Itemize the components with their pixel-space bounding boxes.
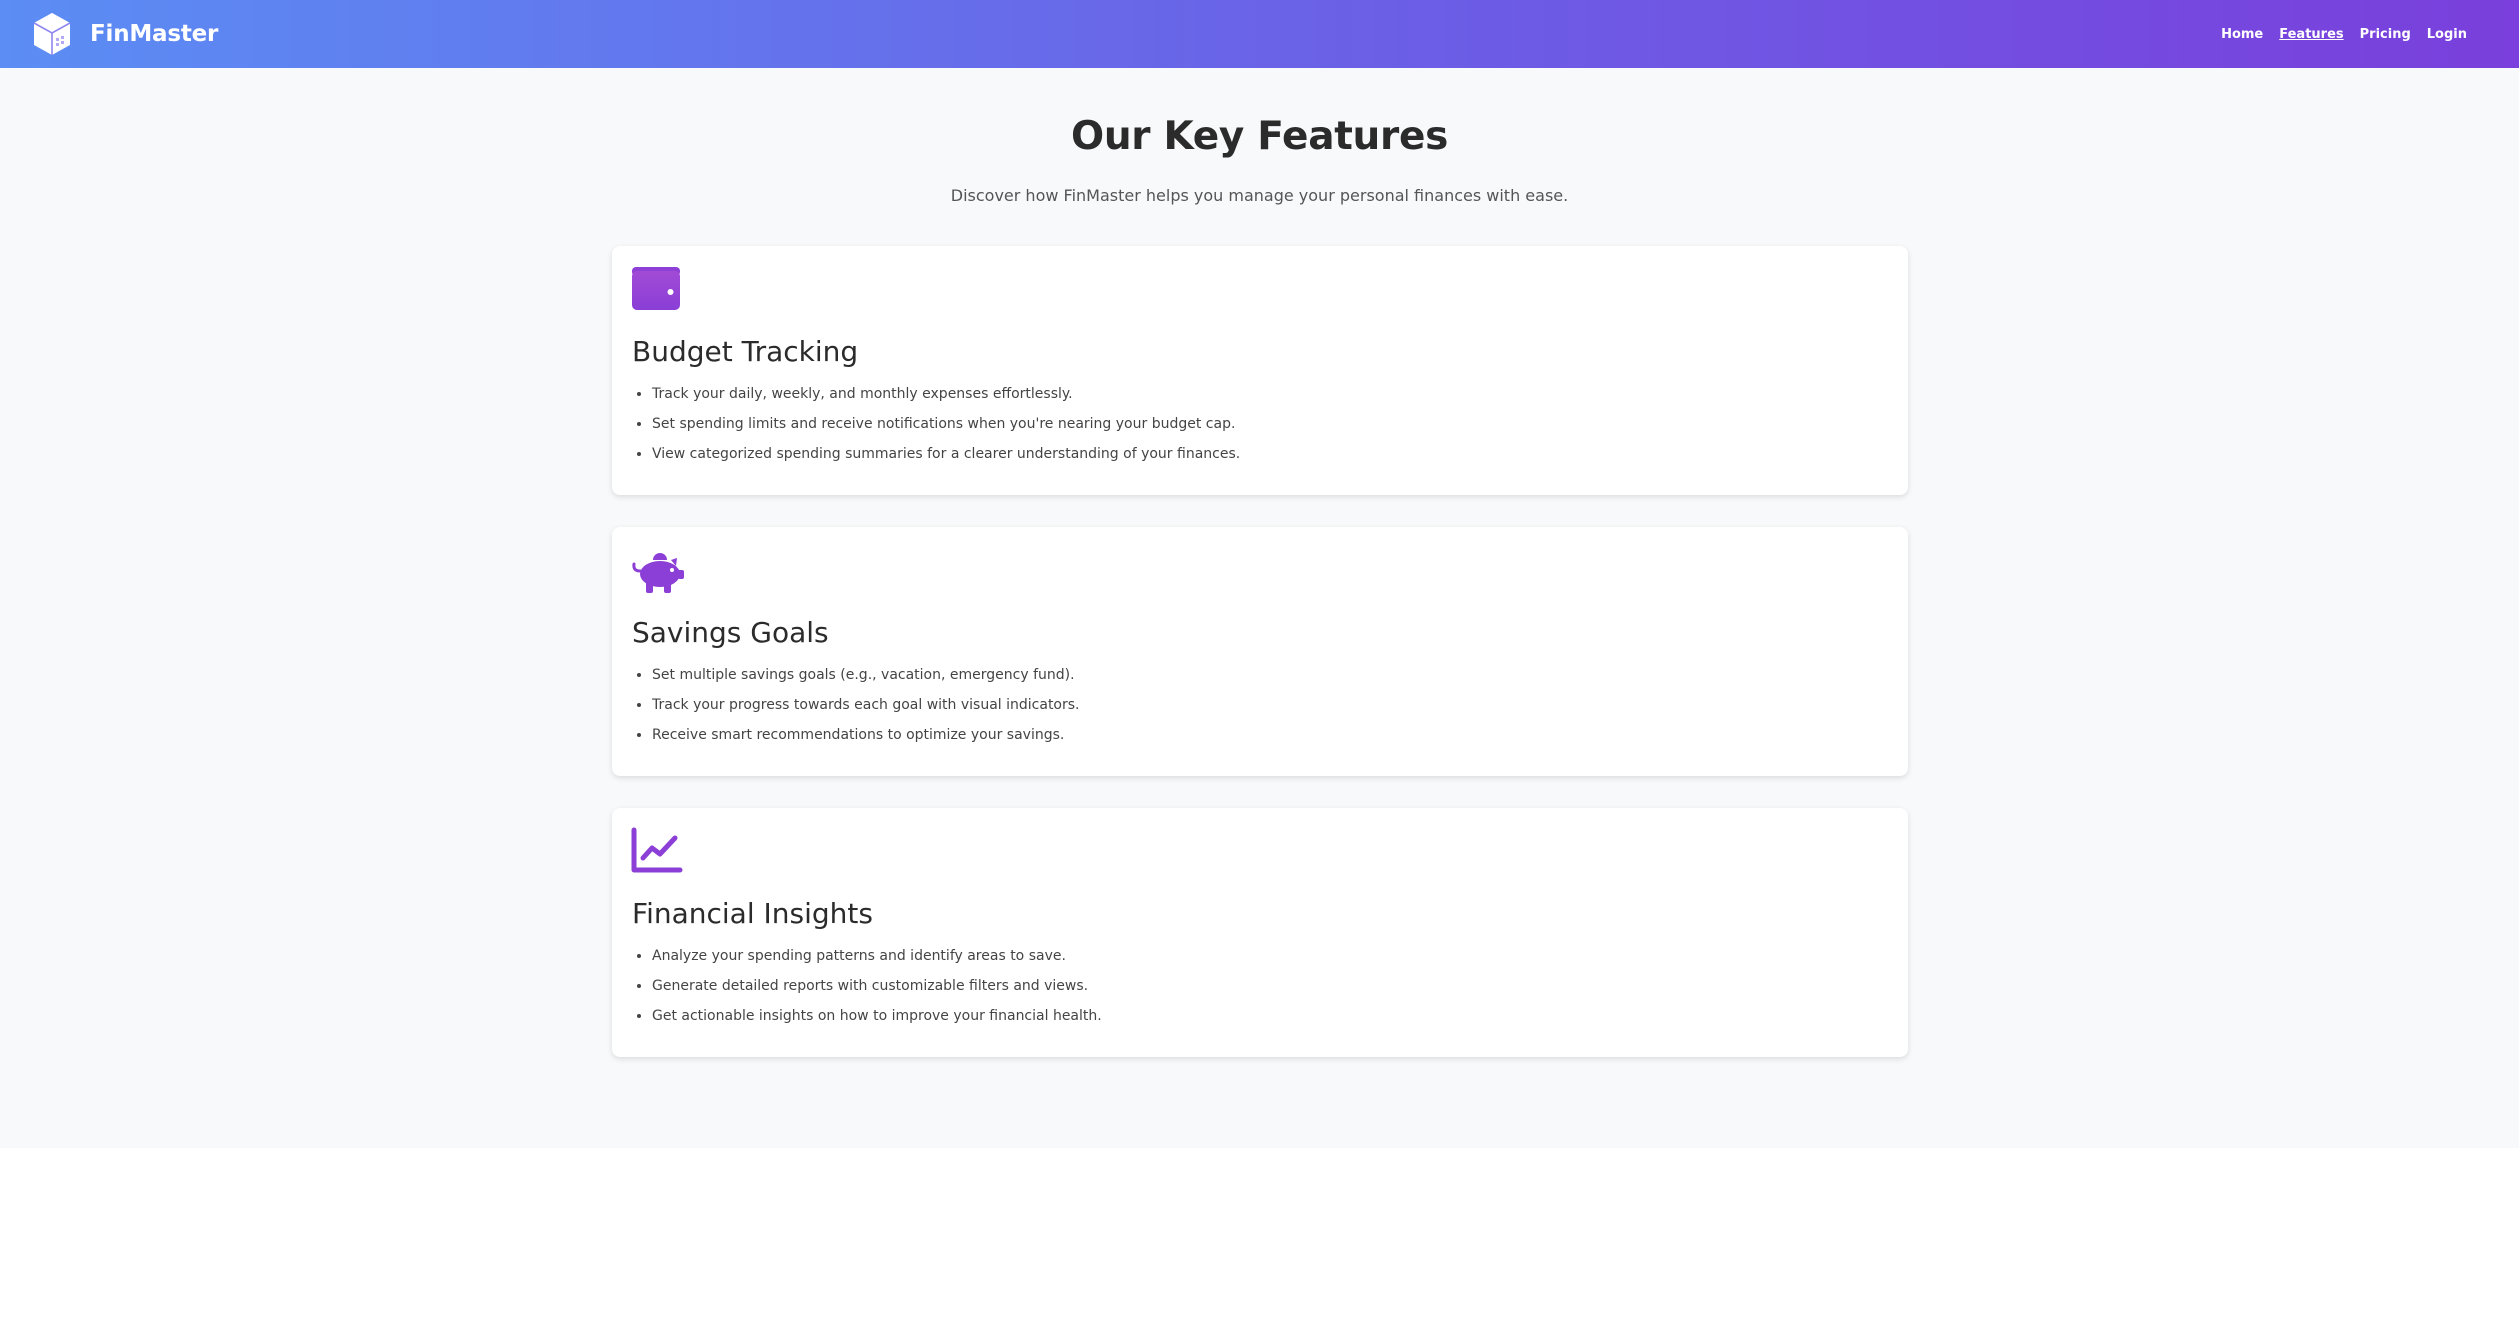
feature-list-item: View categorized spending summaries for … bbox=[652, 439, 1240, 469]
feature-list-item: Generate detailed reports with customiza… bbox=[652, 971, 1102, 1001]
page-subtitle: Discover how FinMaster helps you manage … bbox=[950, 186, 1569, 205]
feature-title: Savings Goals bbox=[632, 616, 829, 649]
nav-link-home[interactable]: Home bbox=[2221, 27, 2263, 42]
feature-card-budget-tracking: Budget Tracking Track your daily, weekly… bbox=[612, 246, 1908, 495]
feature-list-item: Track your progress towards each goal wi… bbox=[652, 690, 1080, 720]
feature-list: Track your daily, weekly, and monthly ex… bbox=[632, 379, 1240, 469]
feature-title: Budget Tracking bbox=[632, 335, 859, 368]
navbar: FinMaster Home Features Pricing Login bbox=[0, 0, 2519, 68]
feature-title: Financial Insights bbox=[632, 897, 873, 930]
brand[interactable]: FinMaster bbox=[31, 10, 218, 58]
nav-links: Home Features Pricing Login bbox=[2205, 0, 2467, 68]
feature-card-financial-insights: Financial Insights Analyze your spending… bbox=[612, 808, 1908, 1057]
feature-list-item: Track your daily, weekly, and monthly ex… bbox=[652, 379, 1240, 409]
nav-link-features[interactable]: Features bbox=[2279, 27, 2343, 42]
nav-link-pricing[interactable]: Pricing bbox=[2360, 27, 2411, 42]
feature-list: Analyze your spending patterns and ident… bbox=[632, 941, 1102, 1031]
page: FinMaster Home Features Pricing Login Ou… bbox=[0, 0, 2519, 1321]
feature-list: Set multiple savings goals (e.g., vacati… bbox=[632, 660, 1080, 750]
feature-list-item: Get actionable insights on how to improv… bbox=[652, 1001, 1102, 1031]
brand-name: FinMaster bbox=[90, 21, 219, 47]
feature-list-item: Set multiple savings goals (e.g., vacati… bbox=[652, 660, 1080, 690]
piggy-bank-icon bbox=[632, 553, 684, 593]
cube-icon bbox=[33, 13, 71, 55]
feature-card-savings-goals: Savings Goals Set multiple savings goals… bbox=[612, 527, 1908, 776]
feature-list-item: Set spending limits and receive notifica… bbox=[652, 409, 1240, 439]
wallet-icon bbox=[632, 267, 680, 310]
feature-list-item: Receive smart recommendations to optimiz… bbox=[652, 720, 1080, 750]
feature-list-item: Analyze your spending patterns and ident… bbox=[652, 941, 1102, 971]
chart-line-icon bbox=[631, 827, 683, 873]
main-content: Our Key Features Discover how FinMaster … bbox=[0, 68, 2519, 1148]
nav-link-login[interactable]: Login bbox=[2427, 27, 2467, 42]
page-title: Our Key Features bbox=[1070, 114, 1449, 159]
